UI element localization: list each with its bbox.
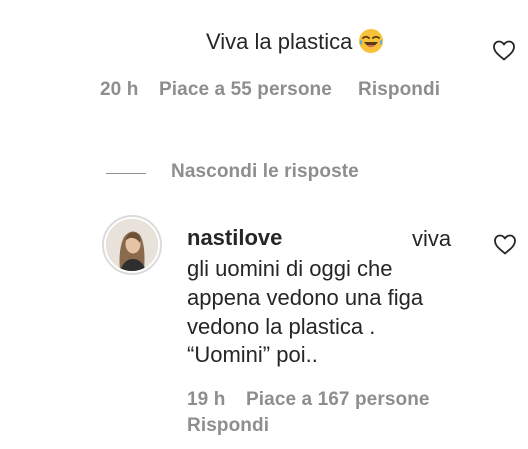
replies-divider-line: [106, 173, 146, 174]
like-heart-icon[interactable]: [492, 39, 516, 61]
hide-replies-button[interactable]: Nascondi le risposte: [171, 161, 359, 183]
top-comment-text: Viva la plastica: [206, 29, 353, 54]
reply-text-line-2: gli uomini di oggi che: [187, 256, 393, 281]
reply-username[interactable]: nastilove: [187, 225, 282, 251]
reply-reply-button[interactable]: Rispondi: [187, 415, 269, 437]
avatar[interactable]: [102, 215, 162, 275]
top-comment-time: 20 h: [100, 79, 139, 100]
reply-text-line-3: appena vedono una figa: [187, 285, 424, 310]
top-comment-likes-link[interactable]: Piace a 55 persone: [159, 79, 332, 101]
reply-time: 19 h: [187, 389, 226, 410]
reply-likes-link[interactable]: Piace a 167 persone: [246, 389, 430, 411]
reply-text-line-5: “Uomini” poi..: [187, 342, 318, 367]
reply-text-line-1: viva: [412, 226, 452, 251]
reply-text-line-4: vedono la plastica .: [187, 314, 376, 339]
reply-like-heart-icon[interactable]: [493, 233, 517, 255]
face-with-tears-of-joy-icon: [358, 28, 384, 54]
top-comment: Viva la plastica: [206, 28, 384, 56]
avatar-image: [106, 219, 158, 271]
top-comment-reply-button[interactable]: Rispondi: [358, 79, 440, 101]
